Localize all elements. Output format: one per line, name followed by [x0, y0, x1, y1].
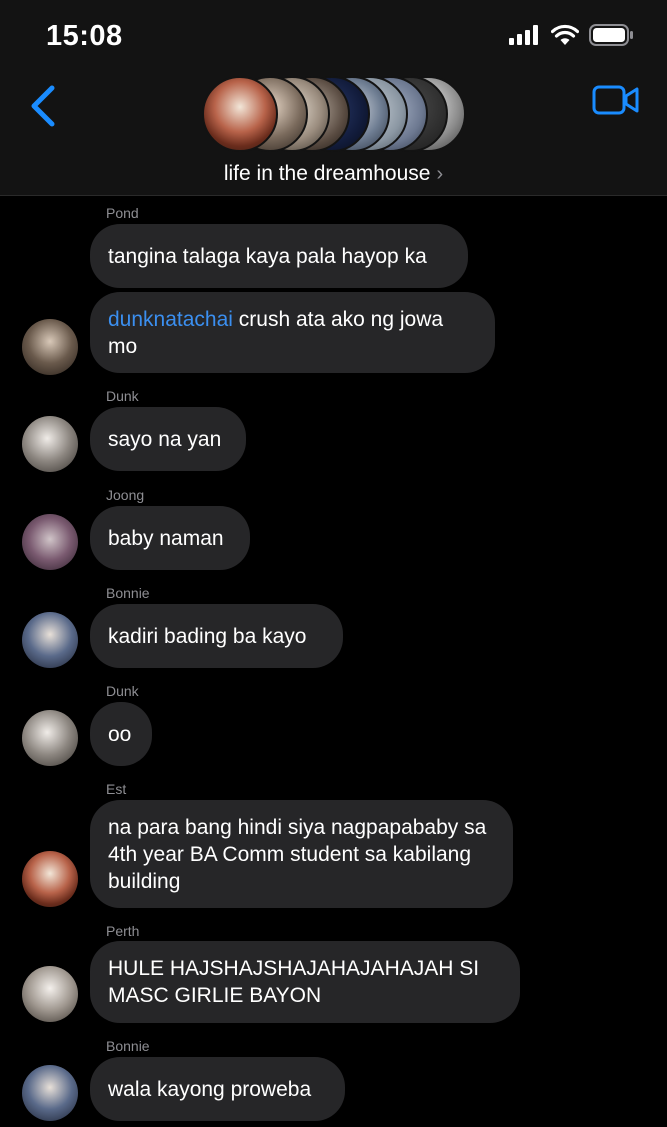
- status-time: 15:08: [46, 20, 123, 52]
- wifi-icon: [551, 24, 579, 45]
- sender-name: Dunk: [106, 683, 139, 699]
- group-name[interactable]: life in the dreamhouse ›: [0, 162, 667, 186]
- sender-name: Joong: [106, 487, 145, 503]
- cellular-signal-icon: [509, 25, 538, 45]
- message-text: tangina talaga kaya pala hayop ka: [108, 244, 427, 268]
- avatar[interactable]: [22, 416, 78, 472]
- avatar[interactable]: [22, 1065, 78, 1121]
- status-icons: [509, 24, 635, 46]
- avatar[interactable]: [22, 319, 78, 375]
- sender-name: Pond: [106, 205, 139, 221]
- message-text: HULE HAJSHAJSHAJAHAJAHAJAH SI MASC GIRLI…: [108, 957, 480, 1007]
- message-text: baby naman: [108, 526, 224, 550]
- message-text: na para bang hindi siya nagpapababy sa 4…: [108, 815, 487, 893]
- avatar[interactable]: [22, 612, 78, 668]
- message-bubble[interactable]: tangina talaga kaya pala hayop ka: [90, 224, 468, 288]
- sender-name: Bonnie: [106, 585, 150, 601]
- message-text: kadiri bading ba kayo: [108, 624, 307, 648]
- message-bubble[interactable]: wala kayong proweba: [90, 1057, 345, 1121]
- battery-icon: [589, 24, 633, 46]
- back-chevron-icon[interactable]: [26, 84, 60, 128]
- chat-header: 15:08 life in the dreamhouse ›: [0, 0, 667, 196]
- avatar[interactable]: [22, 966, 78, 1022]
- group-avatar: [202, 76, 278, 152]
- sender-name: Dunk: [106, 388, 139, 404]
- sender-name: Perth: [106, 923, 140, 939]
- message-bubble[interactable]: na para bang hindi siya nagpapababy sa 4…: [90, 800, 513, 908]
- chevron-right-icon: ›: [436, 163, 444, 185]
- video-call-icon[interactable]: [592, 84, 640, 116]
- message-bubble[interactable]: oo: [90, 702, 152, 766]
- avatar[interactable]: [22, 710, 78, 766]
- group-name-label: life in the dreamhouse: [223, 162, 431, 185]
- message-text: oo: [108, 722, 132, 746]
- sender-name: Bonnie: [106, 1038, 150, 1054]
- message-text: wala kayong proweba: [108, 1077, 312, 1101]
- message-text: sayo na yan: [108, 427, 222, 451]
- mention-link[interactable]: dunknatachai: [108, 308, 233, 331]
- message-bubble[interactable]: HULE HAJSHAJSHAJAHAJAHAJAH SI MASC GIRLI…: [90, 941, 520, 1023]
- message-bubble[interactable]: baby naman: [90, 506, 250, 570]
- message-bubble[interactable]: sayo na yan: [90, 407, 246, 471]
- message-bubble[interactable]: dunknatachai crush ata ako ng jowa mo: [90, 292, 495, 373]
- group-avatars[interactable]: [202, 76, 466, 154]
- avatar[interactable]: [22, 851, 78, 907]
- sender-name: Est: [106, 781, 127, 797]
- message-bubble[interactable]: kadiri bading ba kayo: [90, 604, 343, 668]
- avatar[interactable]: [22, 514, 78, 570]
